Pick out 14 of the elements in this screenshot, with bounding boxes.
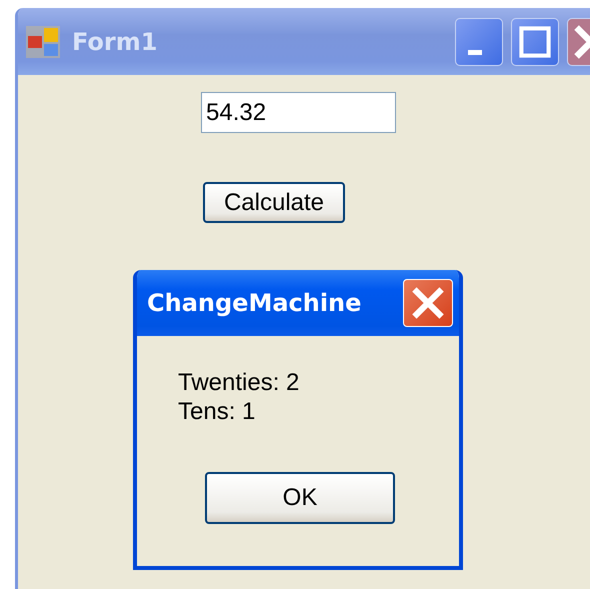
- ok-button[interactable]: OK: [205, 472, 395, 524]
- message-line: Tens: 1: [178, 397, 256, 426]
- calculate-button[interactable]: Calculate: [203, 182, 345, 223]
- maximize-button[interactable]: [511, 18, 559, 66]
- window-title: Form1: [72, 28, 158, 56]
- app-icon: [26, 26, 60, 58]
- amount-field[interactable]: 54.32: [201, 92, 396, 133]
- minimize-button[interactable]: [455, 18, 503, 66]
- maximize-icon: [518, 24, 552, 58]
- dialog-close-button[interactable]: [403, 279, 453, 327]
- message-line: Twenties: 2: [178, 368, 300, 397]
- dialog-title: ChangeMachine: [147, 289, 362, 317]
- close-icon: [411, 286, 445, 320]
- minimize-icon: [468, 50, 482, 54]
